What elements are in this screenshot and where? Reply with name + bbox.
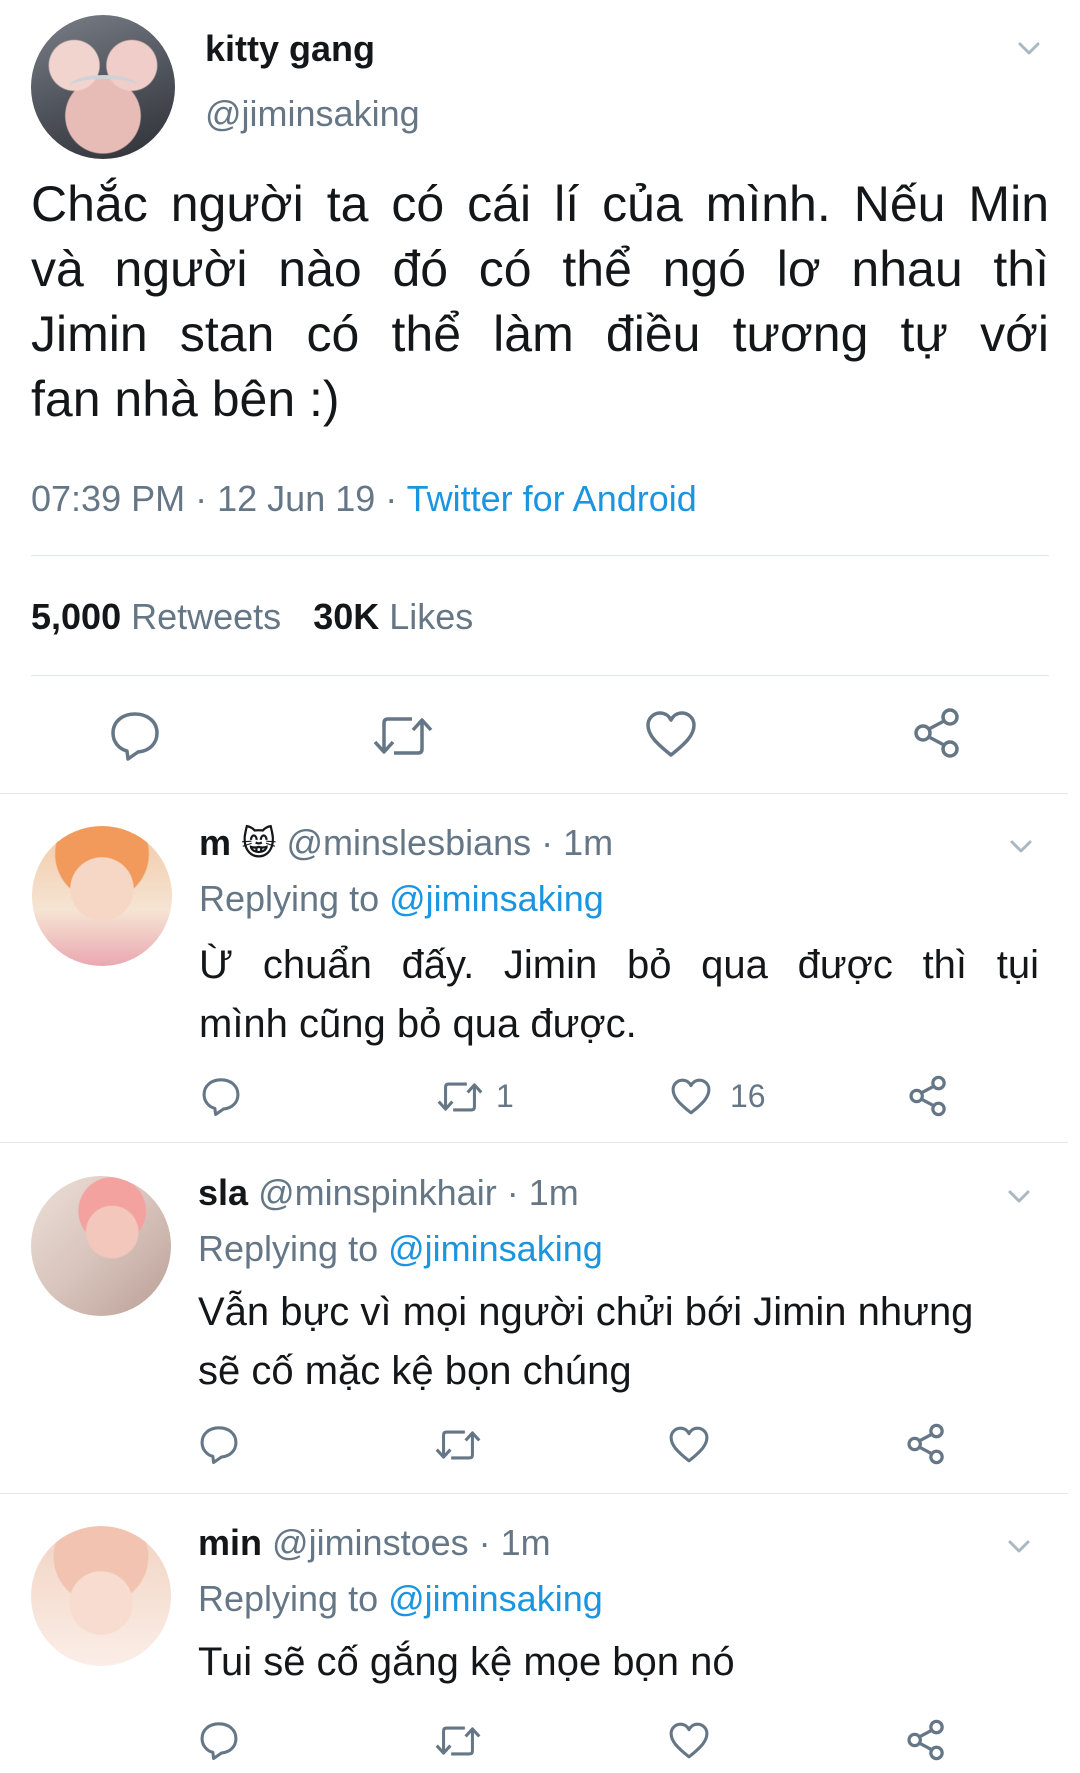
meta-separator: · (195, 478, 208, 519)
tweet-text-line: fan nhà bên :) (31, 371, 340, 427)
likes-count: 30K (313, 596, 380, 637)
replying-to-label: Replying to (198, 1228, 379, 1269)
reply-avatar[interactable] (31, 1176, 171, 1316)
tweet-meta: 07:39 PM · 12 Jun 19 · Twitter for Andro… (31, 478, 697, 520)
divider (0, 1142, 1068, 1143)
retweets-stat[interactable]: 5,000 Retweets (31, 596, 291, 637)
reply-icon[interactable] (199, 1720, 239, 1760)
chevron-down-icon[interactable] (1010, 840, 1032, 854)
cat-emoji-icon: 😸 (241, 825, 277, 863)
retweet-icon[interactable] (436, 1078, 484, 1116)
reply-time: · 1m (541, 822, 614, 863)
chevron-down-icon[interactable] (1018, 42, 1040, 56)
reply-display-name[interactable]: sla (198, 1172, 248, 1213)
reply-text: Vẫn bực vì mọi người chửi bới Jimin nhưn… (198, 1283, 1048, 1401)
share-icon[interactable] (911, 707, 963, 759)
reply-icon[interactable] (199, 1424, 239, 1464)
reply-text-line: sẽ cố mặc kệ bọn chúng (198, 1349, 632, 1393)
divider (31, 555, 1049, 556)
likes-label: Likes (389, 596, 474, 637)
meta-separator: · (385, 478, 398, 519)
tweet-stats: 5,000 Retweets 30K Likes (31, 596, 473, 638)
tweet-text-line: và người nào đó có thể ngó lơ nhau thì (31, 241, 1049, 297)
reply-display-name[interactable]: m (199, 822, 231, 863)
like-icon[interactable] (668, 1425, 710, 1464)
tweet-text-line: Jimin stan có thể làm điều tương tự với (31, 306, 1049, 362)
author-avatar[interactable] (31, 15, 175, 159)
retweet-icon[interactable] (434, 1426, 482, 1464)
reply-text-line: Ừ chuẩn đấy. Jimin bỏ qua được thì tụi (199, 943, 1039, 987)
reply-header: sla @minspinkhair · 1m (198, 1172, 579, 1214)
share-icon[interactable] (905, 1719, 947, 1761)
replying-to: Replying to @jiminsaking (198, 1228, 603, 1270)
divider (0, 1493, 1068, 1494)
like-icon[interactable] (644, 709, 698, 759)
reply-handle[interactable]: @minslesbians (287, 822, 532, 863)
reply-text: Tui sẽ cố gắng kệ mọe bọn nó (198, 1633, 1048, 1692)
replying-to: Replying to @jiminsaking (199, 878, 604, 920)
like-count: 16 (730, 1078, 766, 1114)
share-icon[interactable] (905, 1423, 947, 1465)
reply-text-line: Vẫn bực vì mọi người chửi bới Jimin nhưn… (198, 1290, 974, 1334)
like-icon[interactable] (668, 1721, 710, 1760)
reply-header: min @jiminstoes · 1m (198, 1522, 551, 1564)
replying-to: Replying to @jiminsaking (198, 1578, 603, 1620)
reply-header: m 😸 @minslesbians · 1m (199, 822, 613, 864)
retweets-count: 5,000 (31, 596, 122, 637)
retweets-label: Retweets (131, 596, 282, 637)
reply-text: Ừ chuẩn đấy. Jimin bỏ qua được thì tụi m… (199, 936, 1039, 1054)
likes-stat[interactable]: 30K Likes (313, 596, 473, 637)
tweet-text: Chắc người ta có cái lí của mình. Nếu Mi… (31, 172, 1049, 432)
reply-text-line: mình cũng bỏ qua được. (199, 1002, 637, 1046)
chevron-down-icon[interactable] (1008, 1190, 1030, 1204)
reply-icon[interactable] (109, 709, 161, 761)
author-handle[interactable]: @jiminsaking (205, 93, 420, 135)
reply-handle[interactable]: @jiminstoes (272, 1522, 469, 1563)
retweet-icon[interactable] (372, 711, 434, 761)
replying-to-link[interactable]: @jiminsaking (388, 1228, 603, 1269)
reply-icon[interactable] (201, 1076, 241, 1116)
reply-handle[interactable]: @minspinkhair (258, 1172, 497, 1213)
replying-to-link[interactable]: @jiminsaking (388, 1578, 603, 1619)
reply-avatar[interactable] (32, 826, 172, 966)
tweet-time[interactable]: 07:39 PM (31, 478, 185, 519)
tweet-date[interactable]: 12 Jun 19 (217, 478, 375, 519)
tweet-source-link[interactable]: Twitter for Android (407, 478, 697, 519)
reply-display-name[interactable]: min (198, 1522, 262, 1563)
share-icon[interactable] (907, 1075, 949, 1117)
retweet-icon[interactable] (434, 1722, 482, 1760)
divider (31, 675, 1049, 676)
reply-avatar[interactable] (31, 1526, 171, 1666)
replying-to-label: Replying to (198, 1578, 379, 1619)
replying-to-link[interactable]: @jiminsaking (389, 878, 604, 919)
reply-time: · 1m (506, 1172, 579, 1213)
retweet-count: 1 (496, 1078, 514, 1114)
replying-to-label: Replying to (199, 878, 380, 919)
tweet-text-line: Chắc người ta có cái lí của mình. Nếu Mi… (31, 176, 1049, 232)
reply-text-line: Tui sẽ cố gắng kệ mọe bọn nó (198, 1640, 735, 1684)
divider (0, 793, 1068, 794)
author-display-name[interactable]: kitty gang (205, 28, 375, 70)
chevron-down-icon[interactable] (1008, 1540, 1030, 1554)
like-icon[interactable] (670, 1077, 712, 1116)
reply-time: · 1m (478, 1522, 551, 1563)
